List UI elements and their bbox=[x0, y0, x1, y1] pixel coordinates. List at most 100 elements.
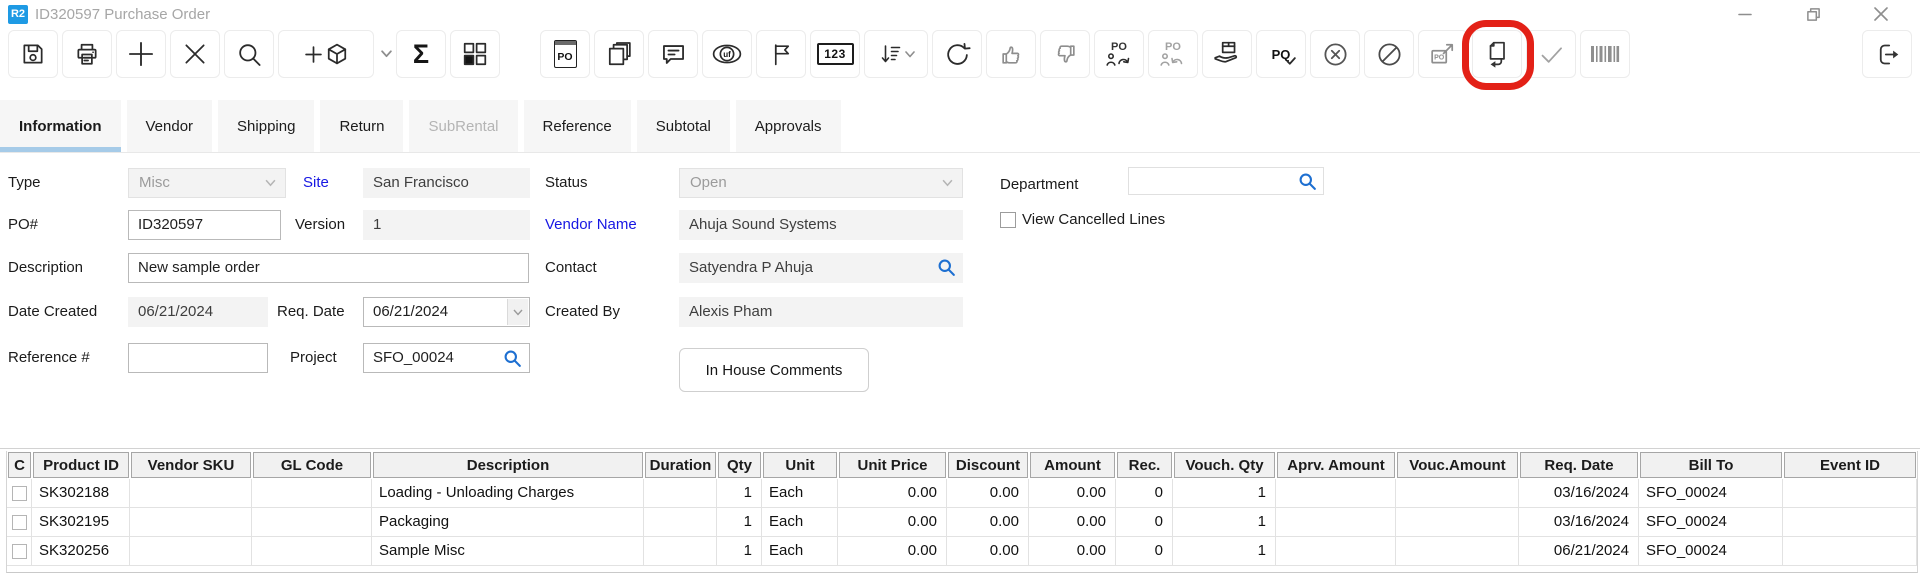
cell bbox=[252, 537, 372, 565]
po-redo-user-icon: PO bbox=[1106, 42, 1132, 66]
add-line-button[interactable] bbox=[116, 30, 166, 78]
row-checkbox[interactable] bbox=[12, 544, 27, 559]
barcode-button[interactable] bbox=[1580, 30, 1630, 78]
save-button[interactable] bbox=[8, 30, 58, 78]
search-icon[interactable] bbox=[937, 258, 956, 277]
cell: 0.00 bbox=[1029, 508, 1116, 536]
reference-label: Reference # bbox=[8, 343, 90, 373]
reject-button[interactable] bbox=[1040, 30, 1090, 78]
tab-shipping[interactable]: Shipping bbox=[218, 100, 314, 152]
date-picker-button[interactable] bbox=[507, 299, 528, 325]
minimize-button[interactable] bbox=[1734, 3, 1756, 25]
comments-button[interactable] bbox=[648, 30, 698, 78]
vendor-name-label[interactable]: Vendor Name bbox=[545, 210, 637, 240]
row-checkbox[interactable] bbox=[12, 486, 27, 501]
refresh-button[interactable] bbox=[932, 30, 982, 78]
approve-button[interactable] bbox=[986, 30, 1036, 78]
cell bbox=[130, 479, 252, 507]
add-product-button[interactable] bbox=[278, 30, 374, 78]
view-cancelled-checkbox[interactable] bbox=[1000, 212, 1016, 228]
print-button[interactable] bbox=[62, 30, 112, 78]
add-product-menu-button[interactable] bbox=[378, 30, 394, 78]
column-header[interactable]: GL Code bbox=[252, 451, 372, 479]
cancel-circle-button[interactable] bbox=[1310, 30, 1360, 78]
close-button[interactable] bbox=[1870, 3, 1892, 25]
cell: 0 bbox=[1116, 479, 1173, 507]
in-house-comments-button[interactable]: In House Comments bbox=[679, 348, 869, 392]
cell: 1 bbox=[1173, 537, 1276, 565]
column-header[interactable]: Product ID bbox=[32, 451, 130, 479]
cell: SK302195 bbox=[32, 508, 130, 536]
window-layout-button[interactable] bbox=[450, 30, 500, 78]
project-input[interactable]: SFO_00024 bbox=[363, 343, 530, 373]
column-header[interactable]: Vouch. Qty bbox=[1173, 451, 1276, 479]
tab-subtotal[interactable]: Subtotal bbox=[637, 100, 730, 152]
tab-information[interactable]: Information bbox=[0, 100, 121, 152]
flag-button[interactable] bbox=[756, 30, 806, 78]
document-revert-button[interactable] bbox=[1472, 30, 1522, 78]
column-header[interactable]: Vendor SKU bbox=[130, 451, 252, 479]
column-header[interactable]: Aprv. Amount bbox=[1276, 451, 1396, 479]
exit-button[interactable] bbox=[1862, 30, 1912, 78]
cell: Each bbox=[762, 508, 838, 536]
column-header[interactable]: Unit Price bbox=[838, 451, 947, 479]
tab-subrental[interactable]: SubRental bbox=[409, 100, 517, 152]
req-date-input[interactable]: 06/21/2024 bbox=[363, 297, 530, 327]
description-input[interactable]: New sample order bbox=[128, 253, 529, 283]
department-input[interactable] bbox=[1128, 167, 1324, 195]
search-icon[interactable] bbox=[1298, 172, 1317, 191]
window-title: ID320597 Purchase Order bbox=[35, 6, 210, 23]
column-header[interactable]: Amount bbox=[1029, 451, 1116, 479]
column-header[interactable]: Event ID bbox=[1783, 451, 1917, 479]
column-header[interactable]: Rec. bbox=[1116, 451, 1173, 479]
site-label[interactable]: Site bbox=[303, 168, 329, 198]
sum-button[interactable]: Σ bbox=[396, 30, 446, 78]
po-redo-button[interactable]: PO bbox=[1094, 30, 1144, 78]
uf-view-button[interactable]: uf bbox=[702, 30, 752, 78]
table-row[interactable]: SK320256Sample Misc1Each0.000.000.000106… bbox=[7, 537, 1917, 566]
cell bbox=[252, 508, 372, 536]
cell bbox=[1396, 508, 1519, 536]
cell: 0.00 bbox=[947, 479, 1029, 507]
table-row[interactable]: SK302195Packaging1Each0.000.000.000103/1… bbox=[7, 508, 1917, 537]
column-header[interactable]: Unit bbox=[762, 451, 838, 479]
po-undo-button[interactable]: PO bbox=[1148, 30, 1198, 78]
view-cancelled-label: View Cancelled Lines bbox=[1022, 211, 1165, 229]
tab-reference[interactable]: Reference bbox=[524, 100, 631, 152]
created-by-field: Alexis Pham bbox=[679, 297, 963, 327]
copy-document-button[interactable] bbox=[594, 30, 644, 78]
count-button[interactable]: 123 bbox=[810, 30, 860, 78]
create-po-button[interactable]: PO bbox=[540, 30, 590, 78]
po-export-icon-text: PO bbox=[1434, 54, 1445, 61]
column-header[interactable]: Duration bbox=[644, 451, 717, 479]
cell bbox=[1783, 537, 1917, 565]
row-checkbox[interactable] bbox=[12, 515, 27, 530]
tab-vendor[interactable]: Vendor bbox=[127, 100, 213, 152]
po-export-button[interactable]: PO bbox=[1418, 30, 1468, 78]
po-number-input[interactable]: ID320597 bbox=[128, 210, 281, 240]
tab-return[interactable]: Return bbox=[320, 100, 403, 152]
search-button[interactable] bbox=[224, 30, 274, 78]
column-header[interactable]: Bill To bbox=[1639, 451, 1783, 479]
column-header[interactable]: Description bbox=[372, 451, 644, 479]
column-header[interactable]: Discount bbox=[947, 451, 1029, 479]
reference-input[interactable] bbox=[128, 343, 268, 373]
column-header[interactable]: Qty bbox=[717, 451, 762, 479]
void-button[interactable] bbox=[1364, 30, 1414, 78]
column-header[interactable]: Req. Date bbox=[1519, 451, 1639, 479]
line-items-grid: CProduct IDVendor SKUGL CodeDescriptionD… bbox=[6, 451, 1918, 573]
restore-button[interactable] bbox=[1802, 3, 1824, 25]
column-header[interactable]: C bbox=[7, 451, 32, 479]
type-dropdown: Misc bbox=[128, 168, 286, 198]
receive-items-button[interactable] bbox=[1202, 30, 1252, 78]
barcode-icon bbox=[1590, 44, 1620, 64]
app-logo: R2 bbox=[8, 5, 28, 24]
tab-approvals[interactable]: Approvals bbox=[736, 100, 841, 152]
table-row[interactable]: SK302188Loading - Unloading Charges1Each… bbox=[7, 479, 1917, 508]
column-header[interactable]: Vouc.Amount bbox=[1396, 451, 1519, 479]
remove-line-button[interactable] bbox=[170, 30, 220, 78]
search-icon[interactable] bbox=[503, 349, 522, 368]
confirm-check-button[interactable] bbox=[1526, 30, 1576, 78]
pq-verify-button[interactable]: PQ bbox=[1256, 30, 1306, 78]
sort-button[interactable] bbox=[864, 30, 928, 78]
